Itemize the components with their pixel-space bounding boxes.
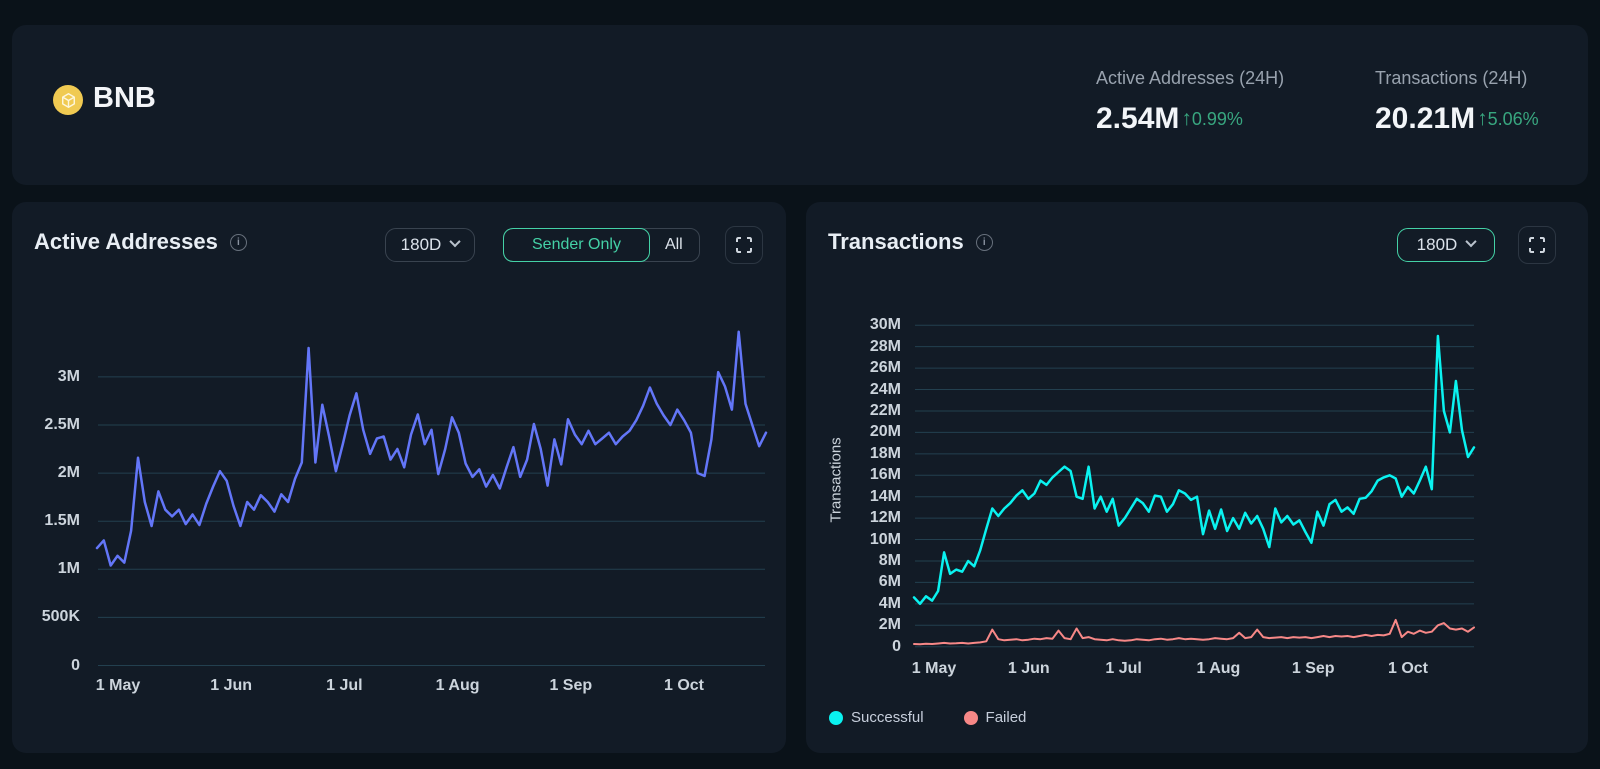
y-tick-label: 24M (841, 381, 901, 399)
y-tick-label: 0 (20, 657, 80, 675)
y-tick-label: 12M (841, 509, 901, 527)
active-addresses-chart[interactable] (12, 202, 786, 753)
y-tick-label: 8M (841, 552, 901, 570)
y-tick-label: 6M (841, 573, 901, 591)
y-tick-label: 1.5M (20, 512, 80, 530)
x-tick-label: 1 Aug (1178, 660, 1258, 678)
y-tick-label: 0 (841, 638, 901, 656)
y-tick-label: 500K (20, 608, 80, 626)
x-tick-label: 1 Jun (989, 660, 1069, 678)
y-tick-label: 14M (841, 488, 901, 506)
legend-label: Successful (851, 709, 924, 726)
legend-item-failed: Failed (964, 709, 1027, 726)
up-arrow-icon: ↑ (1181, 107, 1192, 131)
stat-label: Transactions (24H) (1375, 68, 1539, 89)
stat-transactions: Transactions (24H) 20.21M ↑ 5.06% (1375, 68, 1539, 136)
x-tick-label: 1 Oct (644, 677, 724, 695)
successful-dot-icon (829, 711, 843, 725)
header-card: BNB Active Addresses (24H) 2.54M ↑ 0.99%… (12, 25, 1588, 185)
up-arrow-icon: ↑ (1477, 107, 1488, 131)
stat-label: Active Addresses (24H) (1096, 68, 1284, 89)
y-tick-label: 30M (841, 316, 901, 334)
legend-item-successful: Successful (829, 709, 924, 726)
y-tick-label: 20M (841, 423, 901, 441)
x-tick-label: 1 Aug (418, 677, 498, 695)
failed-dot-icon (964, 711, 978, 725)
stat-value: 20.21M (1375, 102, 1475, 136)
y-tick-label: 28M (841, 338, 901, 356)
y-tick-label: 2.5M (20, 416, 80, 434)
bnb-logo-icon (53, 85, 83, 115)
stat-change: 0.99% (1192, 109, 1243, 130)
y-tick-label: 4M (841, 595, 901, 613)
x-tick-label: 1 Sep (531, 677, 611, 695)
y-tick-label: 18M (841, 445, 901, 463)
y-tick-label: 2M (20, 464, 80, 482)
x-tick-label: 1 May (78, 677, 158, 695)
y-tick-label: 10M (841, 531, 901, 549)
y-tick-label: 2M (841, 616, 901, 634)
x-tick-label: 1 Jul (304, 677, 384, 695)
stat-value: 2.54M (1096, 102, 1179, 136)
coin-title: BNB (93, 82, 156, 115)
transactions-card: Transactions i 180D Transactions Success… (806, 202, 1588, 753)
y-tick-label: 3M (20, 368, 80, 386)
stat-active-addresses: Active Addresses (24H) 2.54M ↑ 0.99% (1096, 68, 1284, 136)
x-tick-label: 1 Sep (1273, 660, 1353, 678)
y-tick-label: 26M (841, 359, 901, 377)
active-addresses-card: Active Addresses i 180D Sender Only All … (12, 202, 786, 753)
stat-change: 5.06% (1488, 109, 1539, 130)
y-tick-label: 22M (841, 402, 901, 420)
y-tick-label: 16M (841, 466, 901, 484)
y-tick-label: 1M (20, 560, 80, 578)
x-tick-label: 1 Jun (191, 677, 271, 695)
x-tick-label: 1 Oct (1368, 660, 1448, 678)
x-tick-label: 1 May (894, 660, 974, 678)
chart-legend: Successful Failed (829, 709, 1026, 726)
legend-label: Failed (986, 709, 1027, 726)
x-tick-label: 1 Jul (1084, 660, 1164, 678)
